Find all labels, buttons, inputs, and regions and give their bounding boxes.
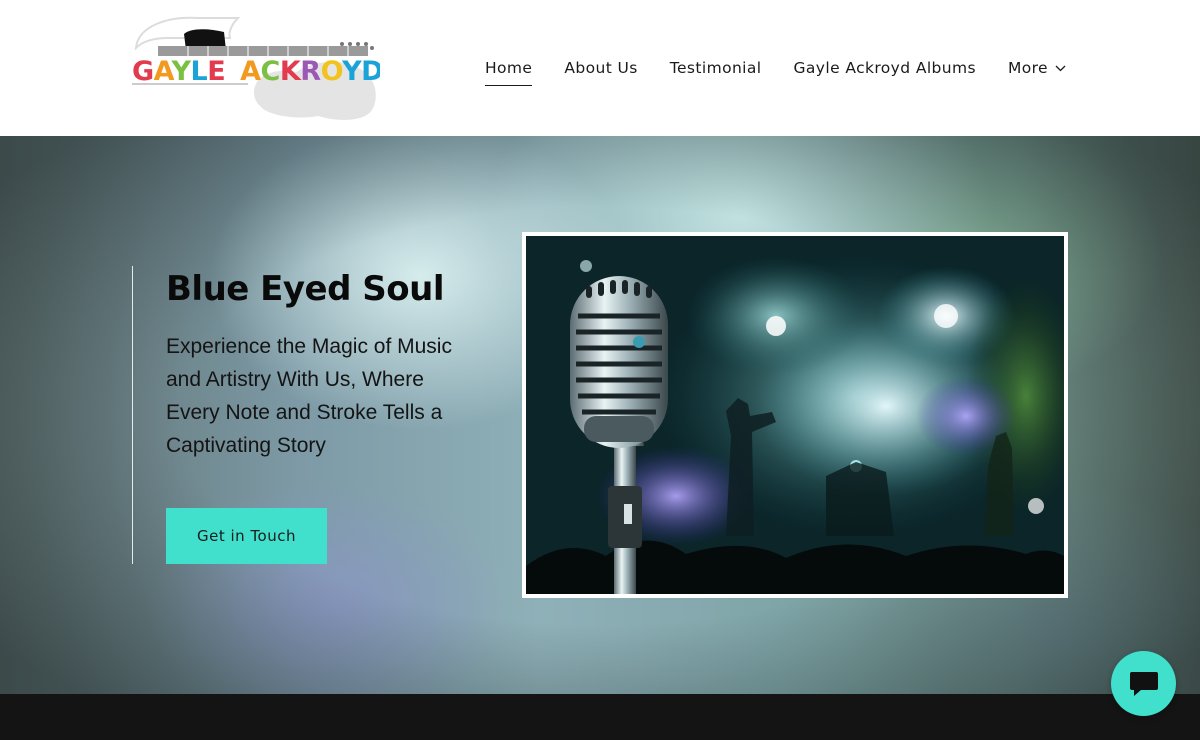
chevron-down-icon <box>1055 65 1066 71</box>
hero-text-block: Blue Eyed Soul Experience the Magic of M… <box>132 266 472 564</box>
nav-more-label: More <box>1007 59 1048 77</box>
nav-home-label: Home <box>484 59 533 77</box>
site-logo[interactable]: GAYLE ACKROYD <box>128 14 380 122</box>
svg-text:GAYLE ACKROYD: GAYLE ACKROYD <box>132 56 380 87</box>
nav-about-us-label: About Us <box>564 59 638 77</box>
nav-testimonial-label: Testimonial <box>669 59 762 77</box>
hero-image <box>522 232 1068 598</box>
chat-bubble-icon <box>1129 671 1158 696</box>
hero-title: Blue Eyed Soul <box>166 269 445 309</box>
guitar-logo-icon: GAYLE ACKROYD <box>132 16 380 120</box>
nav-testimonial[interactable]: Testimonial <box>670 59 762 77</box>
microphone-concert-image <box>526 236 1064 594</box>
site-header: GAYLE ACKROYD Home About Us Testimonial … <box>0 0 1200 136</box>
hero-section: Blue Eyed Soul Experience the Magic of M… <box>0 136 1200 694</box>
get-in-touch-button[interactable]: Get in Touch <box>166 508 327 564</box>
hero-subtitle: Experience the Magic of Music and Artist… <box>166 335 452 457</box>
footer-strip <box>0 694 1200 740</box>
nav-albums-label: Gayle Ackroyd Albums <box>793 59 976 77</box>
main-nav: Home About Us Testimonial Gayle Ackroyd … <box>484 0 1066 136</box>
nav-about-us[interactable]: About Us <box>564 59 637 77</box>
chat-button[interactable] <box>1111 651 1176 716</box>
nav-albums[interactable]: Gayle Ackroyd Albums <box>793 59 975 77</box>
nav-more-dropdown[interactable]: More <box>1008 59 1066 77</box>
nav-home[interactable]: Home <box>484 59 533 86</box>
